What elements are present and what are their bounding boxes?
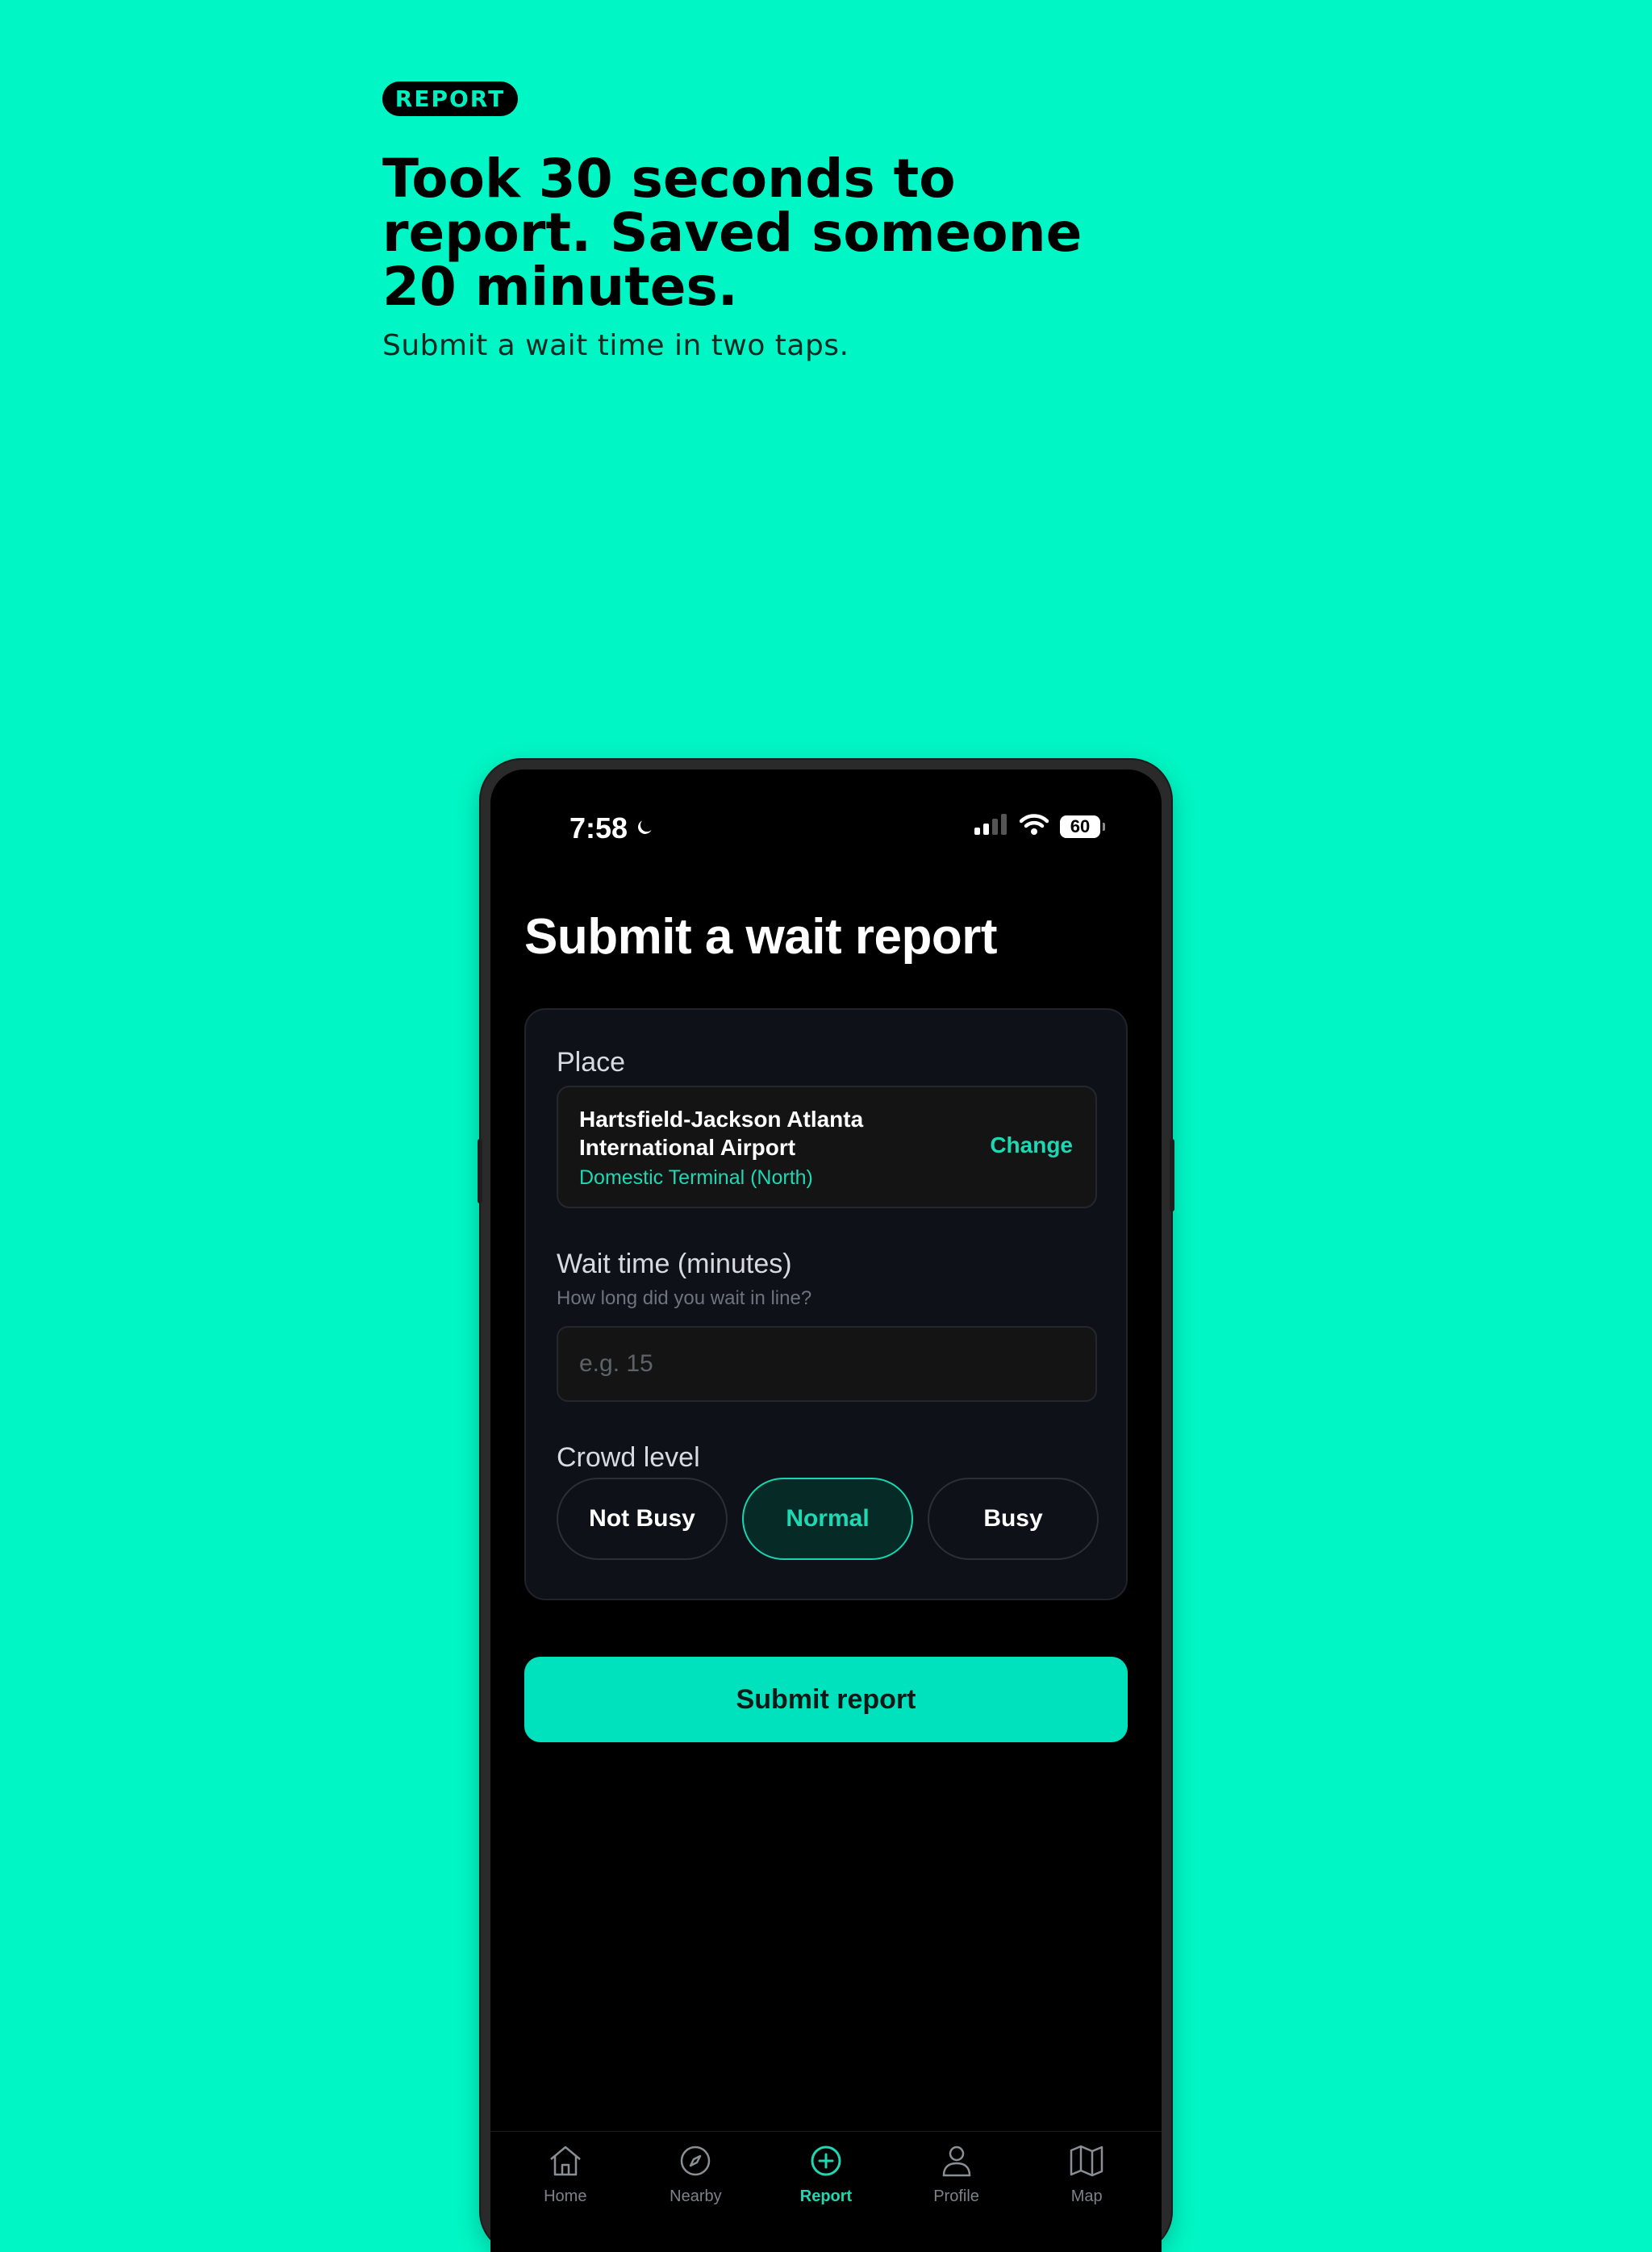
wait-time-hint: How long did you wait in line?	[557, 1287, 812, 1309]
page-title: Submit a wait report	[524, 909, 997, 965]
status-time-text: 7:58	[569, 811, 628, 844]
tab-profile[interactable]: Profile	[904, 2132, 1009, 2252]
phone-side-button	[1170, 1139, 1174, 1211]
tab-bar: Home Nearby Report Profile Map	[490, 2131, 1162, 2252]
hero-headline: Took 30 seconds to report. Saved someone…	[382, 148, 1083, 318]
app-screen: 7:58 60 Submit a wait report Place Harts…	[490, 769, 1162, 2252]
crowd-option-not-busy[interactable]: Not Busy	[557, 1478, 728, 1560]
tab-map[interactable]: Map	[1034, 2132, 1139, 2252]
status-time: 7:58	[569, 811, 655, 845]
place-name: Hartsfield-Jackson Atlanta International…	[579, 1107, 864, 1160]
crowd-option-normal[interactable]: Normal	[742, 1478, 913, 1560]
phone-side-button	[478, 1139, 482, 1203]
signal-icon	[974, 814, 1008, 839]
crowd-option-busy[interactable]: Busy	[928, 1478, 1099, 1560]
submit-report-button[interactable]: Submit report	[524, 1657, 1128, 1742]
status-indicators: 60	[974, 813, 1105, 840]
place-selector[interactable]: Hartsfield-Jackson Atlanta International…	[557, 1086, 1097, 1208]
compass-icon	[676, 2141, 715, 2184]
hero-subheadline: Submit a wait time in two taps.	[382, 329, 849, 362]
place-terminal: Domestic Terminal (North)	[579, 1166, 813, 1189]
wait-time-input[interactable]	[557, 1326, 1097, 1402]
battery-level: 60	[1070, 815, 1091, 836]
crowd-level-label: Crowd level	[557, 1442, 700, 1473]
tab-home[interactable]: Home	[513, 2132, 618, 2252]
wait-time-label: Wait time (minutes)	[557, 1249, 792, 1279]
wifi-icon	[1019, 813, 1049, 840]
battery-icon: 60	[1060, 815, 1105, 838]
report-form-card: Place Hartsfield-Jackson Atlanta Interna…	[524, 1008, 1128, 1600]
phone-frame: 7:58 60 Submit a wait report Place Harts…	[478, 760, 1174, 2252]
change-place-button[interactable]: Change	[990, 1132, 1073, 1158]
place-label: Place	[557, 1047, 626, 1078]
map-icon	[1067, 2141, 1106, 2184]
report-badge: REPORT	[382, 81, 518, 116]
moon-icon	[634, 811, 655, 845]
tab-report[interactable]: Report	[774, 2132, 878, 2252]
home-icon	[546, 2141, 585, 2184]
tab-nearby[interactable]: Nearby	[643, 2132, 748, 2252]
person-icon	[937, 2141, 976, 2184]
plus-circle-icon	[807, 2141, 845, 2184]
crowd-level-options: Not Busy Normal Busy	[557, 1478, 1099, 1560]
